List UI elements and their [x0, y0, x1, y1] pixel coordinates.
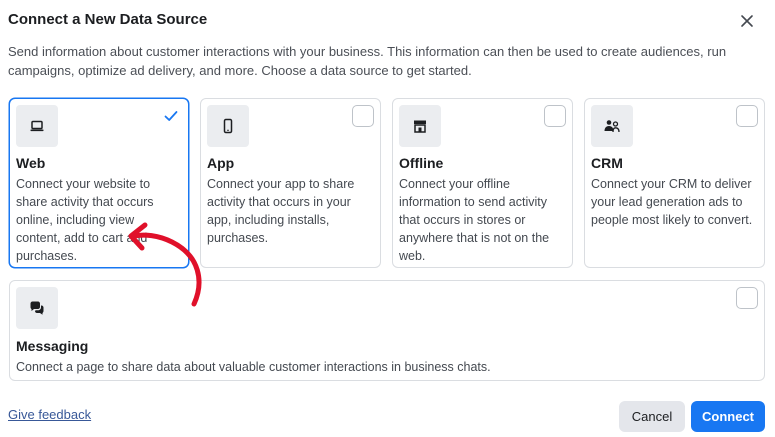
source-card-web[interactable]: Web Connect your website to share activi…	[9, 98, 189, 268]
source-card-app[interactable]: App Connect your app to share activity t…	[200, 98, 381, 268]
mobile-phone-icon	[223, 118, 233, 134]
card-icon-container	[399, 105, 441, 147]
source-description: Connect your CRM to deliver your lead ge…	[591, 177, 753, 227]
source-title: Messaging	[16, 338, 89, 354]
source-title: Web	[16, 155, 46, 171]
card-icon-container	[16, 287, 58, 329]
laptop-icon	[30, 120, 44, 132]
people-icon	[604, 120, 620, 133]
connect-button[interactable]: Connect	[691, 401, 765, 432]
dialog-title: Connect a New Data Source	[8, 11, 208, 28]
card-icon-container	[16, 105, 58, 147]
checkmark-icon	[164, 111, 178, 121]
source-title: CRM	[591, 155, 623, 171]
card-icon-container	[207, 105, 249, 147]
source-checkbox-app[interactable]	[352, 105, 374, 127]
source-description: Connect a page to share data about valua…	[16, 360, 491, 374]
source-card-messaging[interactable]: Messaging Connect a page to share data a…	[9, 280, 765, 381]
source-checkbox-crm[interactable]	[736, 105, 758, 127]
source-description: Connect your website to share activity t…	[16, 177, 154, 263]
connect-data-source-dialog: Connect a New Data Source Send informati…	[0, 0, 775, 437]
source-checkbox-web[interactable]	[160, 105, 182, 127]
source-description: Connect your offline information to send…	[399, 177, 550, 263]
give-feedback-link[interactable]: Give feedback	[8, 407, 91, 422]
source-card-offline[interactable]: Offline Connect your offline information…	[392, 98, 573, 268]
dialog-header: Connect a New Data Source	[8, 9, 767, 33]
close-icon	[741, 15, 753, 27]
cancel-button[interactable]: Cancel	[619, 401, 685, 432]
source-checkbox-messaging[interactable]	[736, 287, 758, 309]
source-card-crm[interactable]: CRM Connect your CRM to deliver your lea…	[584, 98, 765, 268]
source-description: Connect your app to share activity that …	[207, 177, 355, 245]
close-button[interactable]	[735, 9, 759, 33]
card-icon-container	[591, 105, 633, 147]
storefront-icon	[414, 120, 426, 133]
source-checkbox-offline[interactable]	[544, 105, 566, 127]
source-title: Offline	[399, 155, 444, 171]
chat-bubbles-icon	[30, 301, 44, 315]
source-title: App	[207, 155, 235, 171]
dialog-description: Send information about customer interact…	[8, 44, 727, 78]
